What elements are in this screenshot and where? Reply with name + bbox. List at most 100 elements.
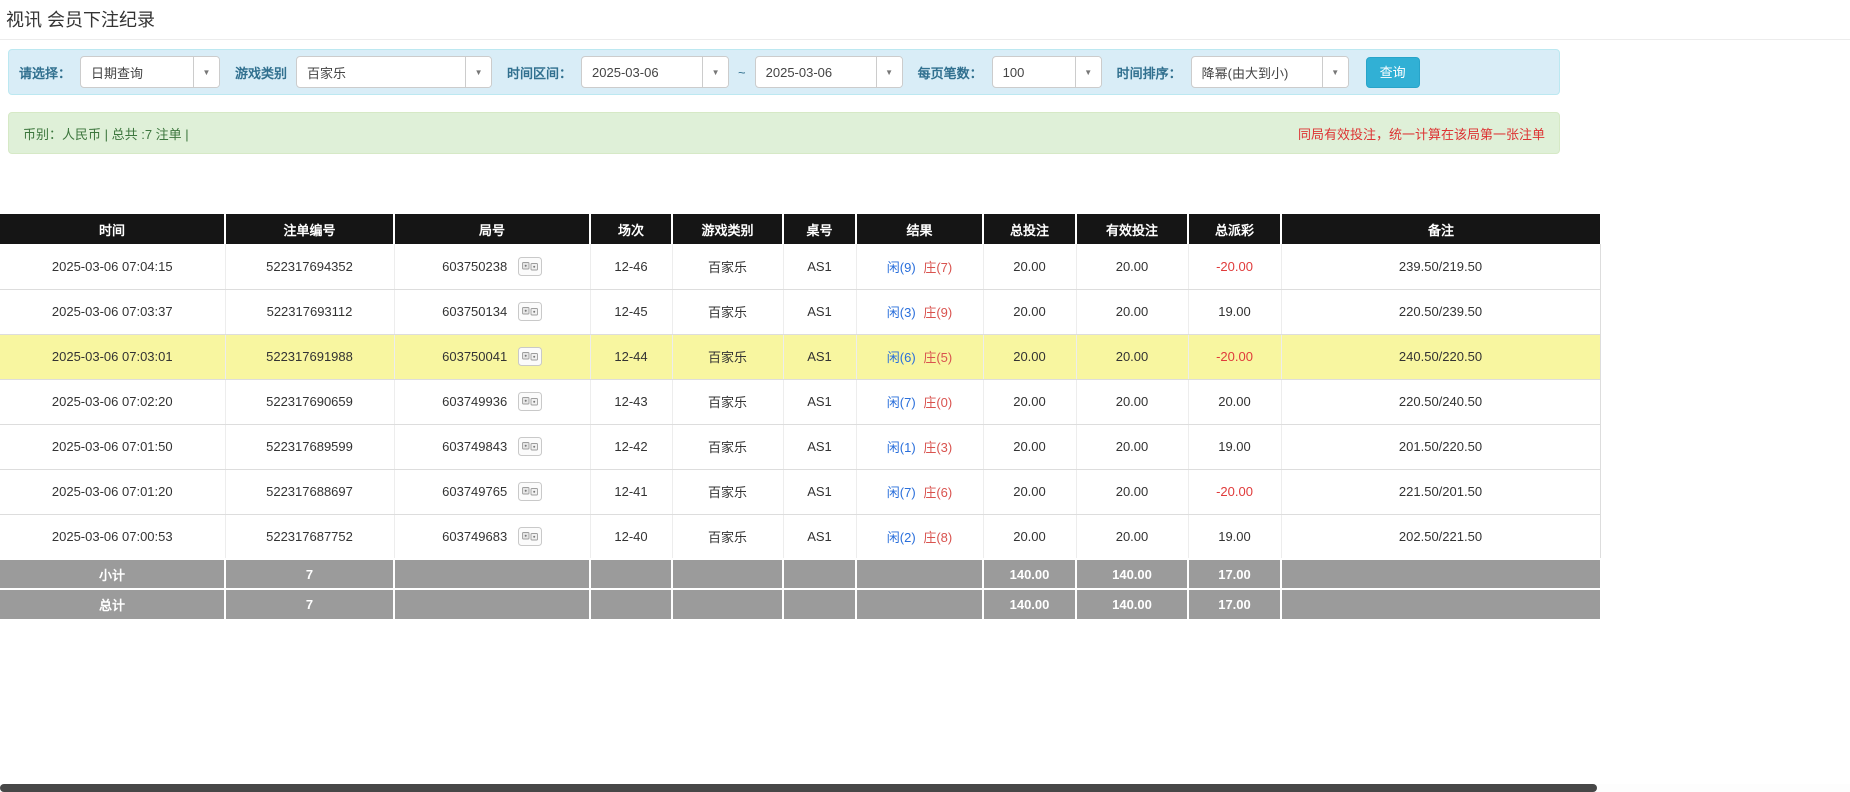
cell-total-bet[interactable]: 20.00 [983, 379, 1076, 424]
date-to-value: 2025-03-06 [756, 57, 876, 87]
cell-session: 12-41 [590, 469, 672, 514]
chevron-down-icon[interactable]: ▼ [702, 57, 728, 87]
col-round: 局号 [394, 214, 590, 244]
cell-bet-id: 522317694352 [225, 244, 394, 289]
round-number: 603750238 [442, 259, 507, 274]
round-number: 603750134 [442, 304, 507, 319]
summary-currency-text: 币别：人民币 | 总共 :7 注单 | [23, 124, 189, 143]
cell-game-type: 百家乐 [672, 289, 783, 334]
total-label: 总计 [0, 589, 225, 619]
result-player: 闲(7) [887, 395, 916, 410]
total-empty-cell [856, 589, 983, 619]
cell-table-no: AS1 [783, 379, 856, 424]
cell-total-bet[interactable]: 20.00 [983, 334, 1076, 379]
time-sort-value: 降幂(由大到小) [1192, 57, 1322, 87]
round-result-icon[interactable] [518, 482, 542, 501]
cell-bet-id: 522317691988 [225, 334, 394, 379]
table-row: 2025-03-06 07:02:20 522317690659 6037499… [0, 379, 1600, 424]
table-row: 2025-03-06 07:01:20 522317688697 6037497… [0, 469, 1600, 514]
cell-round: 603749843 [394, 424, 590, 469]
cell-note: 239.50/219.50 [1281, 244, 1600, 289]
chevron-down-icon[interactable]: ▼ [193, 57, 219, 87]
result-banker: 庄(3) [923, 440, 952, 455]
result-banker: 庄(6) [923, 485, 952, 500]
cell-time: 2025-03-06 07:03:01 [0, 334, 225, 379]
horizontal-scrollbar[interactable] [0, 784, 1850, 792]
total-empty-cell [1281, 589, 1600, 619]
cell-valid-bet: 20.00 [1076, 469, 1188, 514]
date-from-select[interactable]: 2025-03-06 ▼ [581, 56, 729, 88]
round-result-icon[interactable] [518, 302, 542, 321]
chevron-down-icon[interactable]: ▼ [876, 57, 902, 87]
cell-result: 闲(2) 庄(8) [856, 514, 983, 559]
chevron-down-icon[interactable]: ▼ [465, 57, 491, 87]
round-result-icon[interactable] [518, 347, 542, 366]
cell-valid-bet: 20.00 [1076, 379, 1188, 424]
cell-total-bet[interactable]: 20.00 [983, 424, 1076, 469]
summary-bar: 币别：人民币 | 总共 :7 注单 | 同局有效投注，统一计算在该局第一张注单 [8, 112, 1560, 154]
per-page-select[interactable]: 100 ▼ [992, 56, 1102, 88]
search-button[interactable]: 查询 [1366, 57, 1420, 88]
cell-bet-id: 522317690659 [225, 379, 394, 424]
cell-time: 2025-03-06 07:03:37 [0, 289, 225, 334]
cell-bet-id: 522317687752 [225, 514, 394, 559]
subtotal-empty-cell [1281, 559, 1600, 589]
cell-session: 12-44 [590, 334, 672, 379]
cell-result: 闲(7) 庄(6) [856, 469, 983, 514]
chevron-down-icon[interactable]: ▼ [1322, 57, 1348, 87]
cell-bet-id: 522317693112 [225, 289, 394, 334]
result-player: 闲(7) [887, 485, 916, 500]
cell-note: 220.50/239.50 [1281, 289, 1600, 334]
cell-game-type: 百家乐 [672, 469, 783, 514]
col-total-payout: 总派彩 [1188, 214, 1281, 244]
query-type-select[interactable]: 日期查询 ▼ [80, 56, 220, 88]
cell-table-no: AS1 [783, 289, 856, 334]
bet-records-table: 时间 注单编号 局号 场次 游戏类别 桌号 结果 总投注 有效投注 总派彩 备注… [0, 214, 1601, 619]
date-to-select[interactable]: 2025-03-06 ▼ [755, 56, 903, 88]
cell-bet-id: 522317689599 [225, 424, 394, 469]
cell-table-no: AS1 [783, 244, 856, 289]
col-time: 时间 [0, 214, 225, 244]
subtotal-label: 小计 [0, 559, 225, 589]
chevron-down-icon[interactable]: ▼ [1075, 57, 1101, 87]
round-result-icon[interactable] [518, 392, 542, 411]
result-banker: 庄(7) [923, 260, 952, 275]
cell-result: 闲(7) 庄(0) [856, 379, 983, 424]
col-total-bet: 总投注 [983, 214, 1076, 244]
page-title: 视讯 会员下注纪录 [0, 0, 1850, 39]
subtotal-total-bet: 140.00 [983, 559, 1076, 589]
cell-note: 201.50/220.50 [1281, 424, 1600, 469]
result-player: 闲(1) [887, 440, 916, 455]
col-bet-id: 注单编号 [225, 214, 394, 244]
cell-total-bet[interactable]: 20.00 [983, 289, 1076, 334]
col-note: 备注 [1281, 214, 1600, 244]
table-row: 2025-03-06 07:03:37 522317693112 6037501… [0, 289, 1600, 334]
subtotal-valid-bet: 140.00 [1076, 559, 1188, 589]
table-row: 2025-03-06 07:04:15 522317694352 6037502… [0, 244, 1600, 289]
subtotal-empty-cell [394, 559, 590, 589]
cell-total-bet[interactable]: 20.00 [983, 514, 1076, 559]
cell-session: 12-42 [590, 424, 672, 469]
subtotal-empty-cell [590, 559, 672, 589]
round-result-icon[interactable] [518, 257, 542, 276]
query-type-label: 请选择： [19, 63, 71, 82]
game-type-select[interactable]: 百家乐 ▼ [296, 56, 492, 88]
round-result-icon[interactable] [518, 527, 542, 546]
cell-game-type: 百家乐 [672, 244, 783, 289]
date-range-label: 时间区间： [507, 63, 572, 82]
cell-table-no: AS1 [783, 514, 856, 559]
cell-valid-bet: 20.00 [1076, 424, 1188, 469]
round-result-icon[interactable] [518, 437, 542, 456]
cell-result: 闲(3) 庄(9) [856, 289, 983, 334]
page: 视讯 会员下注纪录 请选择： 日期查询 ▼ 游戏类别 百家乐 ▼ 时间区间： 2… [0, 0, 1850, 619]
time-sort-select[interactable]: 降幂(由大到小) ▼ [1191, 56, 1349, 88]
cell-game-type: 百家乐 [672, 379, 783, 424]
scrollbar-thumb[interactable] [0, 784, 1597, 792]
cell-table-no: AS1 [783, 424, 856, 469]
cell-total-bet[interactable]: 20.00 [983, 469, 1076, 514]
table-body: 2025-03-06 07:04:15 522317694352 6037502… [0, 244, 1600, 559]
cell-valid-bet: 20.00 [1076, 514, 1188, 559]
col-valid-bet: 有效投注 [1076, 214, 1188, 244]
cell-total-bet[interactable]: 20.00 [983, 244, 1076, 289]
cell-round: 603749683 [394, 514, 590, 559]
